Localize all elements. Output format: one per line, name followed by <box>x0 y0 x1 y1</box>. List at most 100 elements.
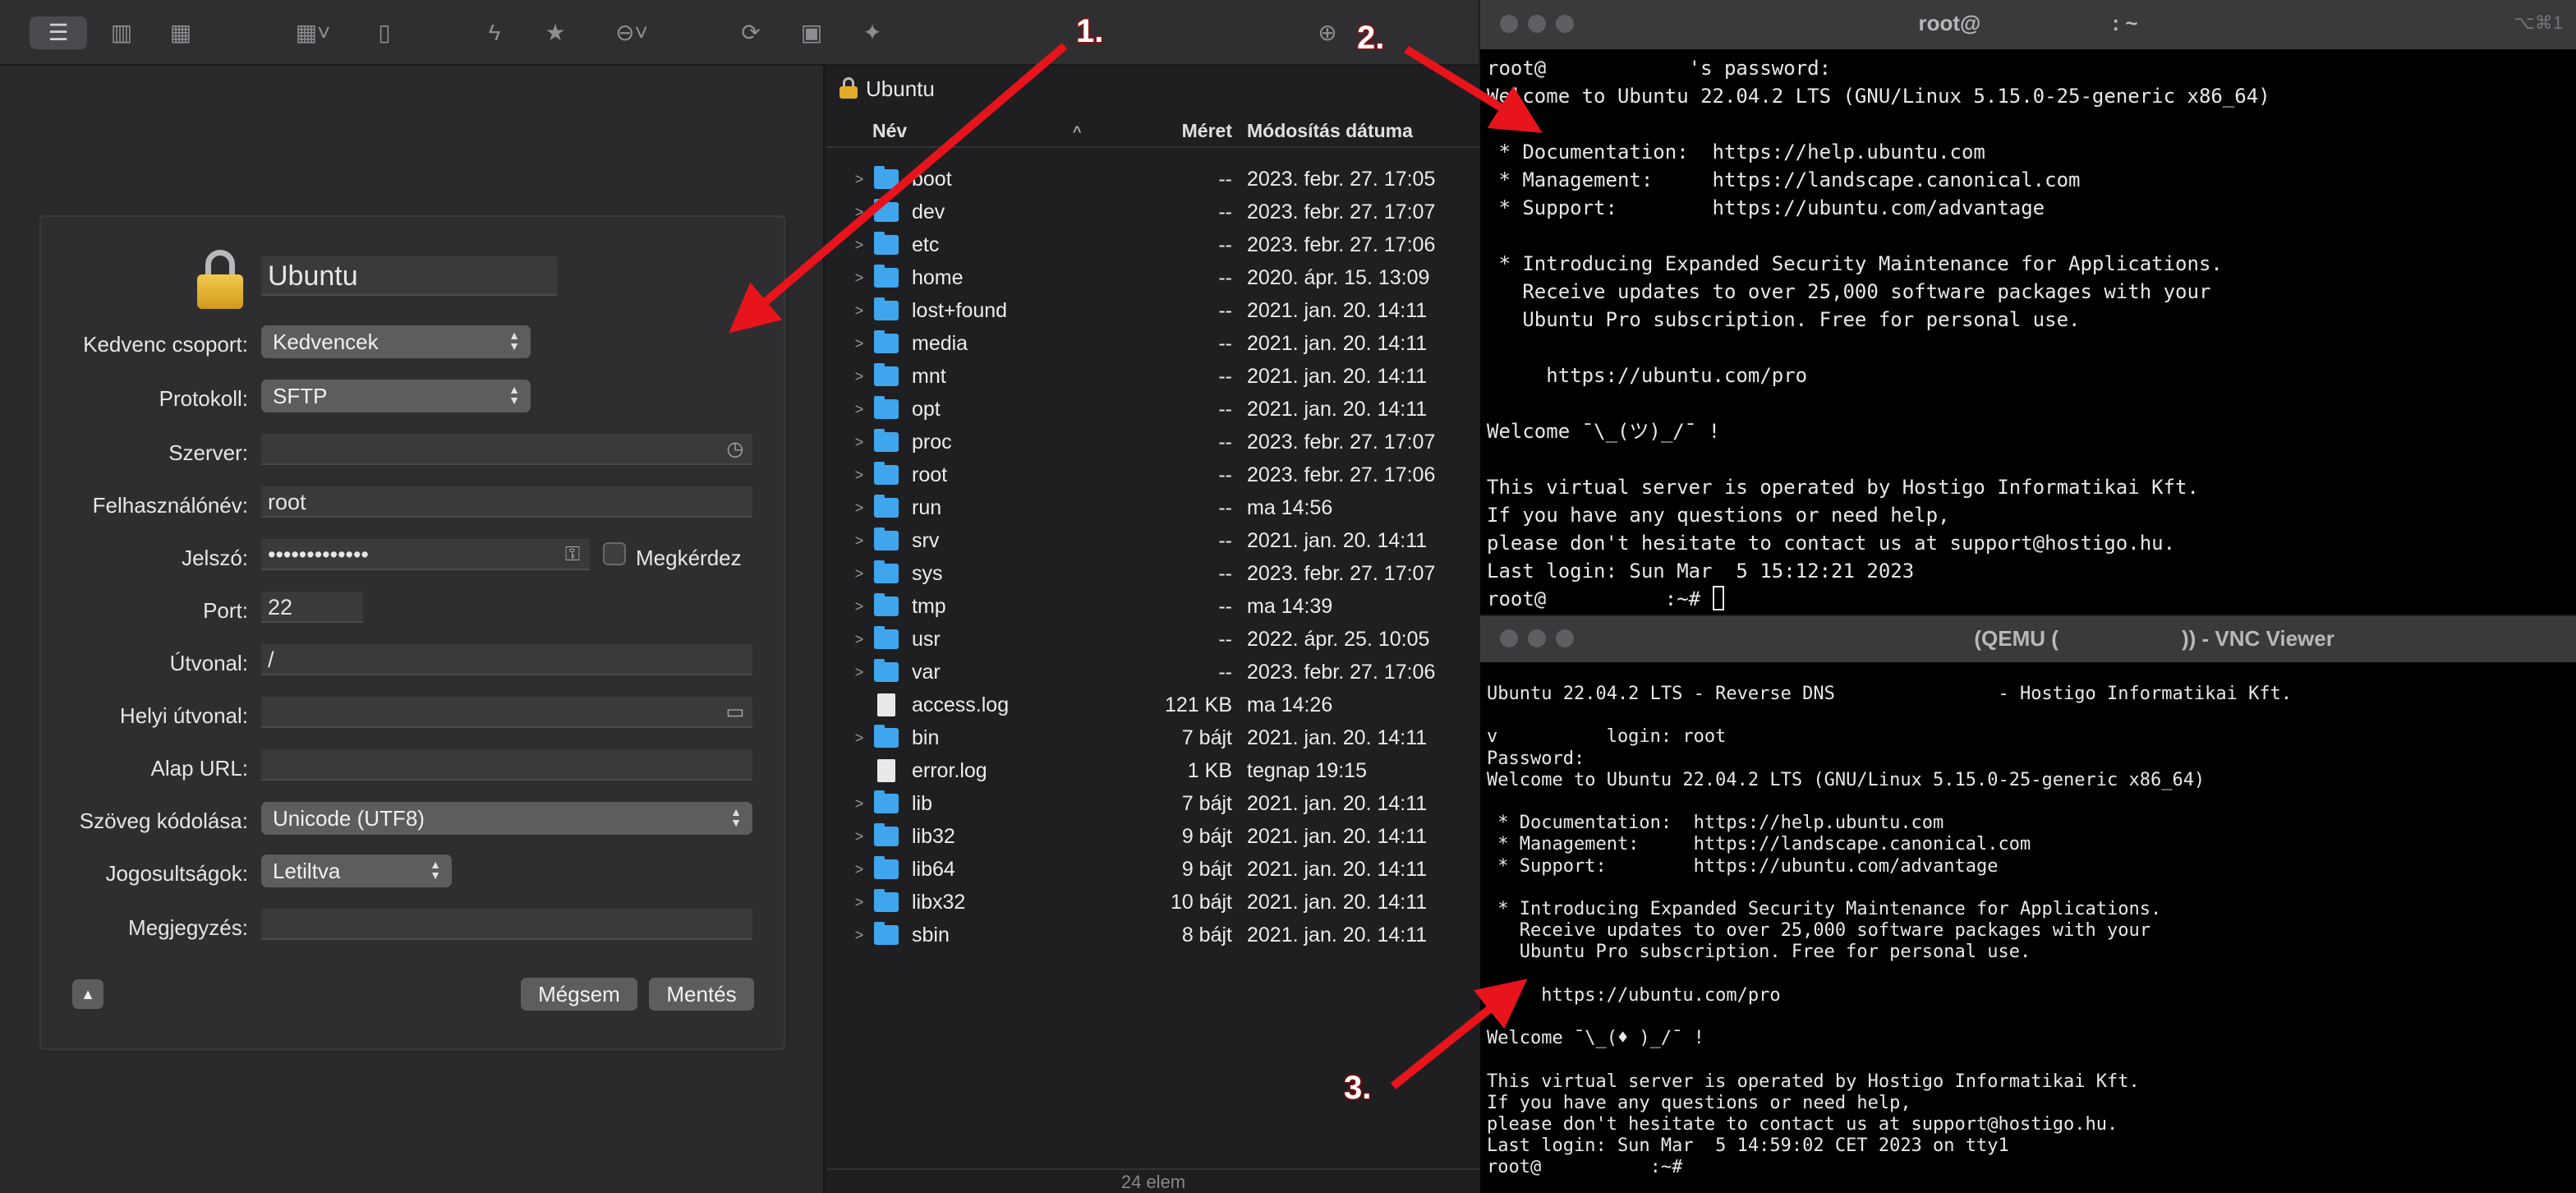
file-date: 2023. febr. 27. 17:06 <box>1247 463 1436 486</box>
column-header-name[interactable]: Név <box>872 120 907 142</box>
disclosure-chevron-icon[interactable]: > <box>851 820 867 853</box>
disclosure-chevron-icon[interactable]: > <box>851 458 867 491</box>
terminal-icon[interactable]: ▣ <box>792 16 831 49</box>
file-row[interactable]: > tmp -- ma 14:39 <box>826 590 1480 623</box>
file-row[interactable]: > opt -- 2021. jan. 20. 14:11 <box>826 393 1480 426</box>
file-row[interactable]: > boot -- 2023. febr. 27. 17:05 <box>826 163 1480 196</box>
bookmark-title-input[interactable]: Ubuntu <box>261 256 557 296</box>
file-name: proc <box>912 431 952 454</box>
disclosure-chevron-icon[interactable]: > <box>851 787 867 820</box>
download-icon[interactable]: ⊕ <box>1308 16 1347 49</box>
minimize-dot-icon[interactable] <box>1528 629 1546 647</box>
key-icon[interactable]: ⚿ <box>560 542 585 567</box>
file-browser-pane: Ubuntu Név ^ Méret Módosítás dátuma > boo… <box>826 66 1480 1193</box>
disclosure-chevron-icon[interactable]: > <box>851 524 867 557</box>
disclosure-chevron-icon[interactable]: > <box>851 491 867 524</box>
file-row[interactable]: error.log 1 KB tegnap 19:15 <box>826 754 1480 787</box>
minimize-dot-icon[interactable] <box>1528 15 1546 33</box>
disclosure-chevron-icon[interactable]: > <box>851 919 867 951</box>
arrange-icon[interactable]: ▦˅ <box>284 16 342 49</box>
local-path-input[interactable]: ▭ <box>261 697 752 728</box>
server-input[interactable]: ◷ <box>261 434 752 465</box>
sparkle-icon[interactable]: ✦ <box>853 16 892 49</box>
refresh-icon[interactable]: ⟳ <box>731 16 770 49</box>
disclosure-chevron-icon[interactable]: > <box>851 656 867 689</box>
vnc-console-output[interactable]: Ubuntu 22.04.2 LTS - Reverse DNS - Hosti… <box>1487 684 2292 1179</box>
more-icon[interactable]: ⊖˅ <box>603 16 660 49</box>
disclosure-chevron-icon[interactable]: > <box>851 721 867 754</box>
file-row[interactable]: > srv -- 2021. jan. 20. 14:11 <box>826 524 1480 557</box>
password-input[interactable]: ••••••••••••• ⚿ <box>261 539 590 570</box>
file-date: 2021. jan. 20. 14:11 <box>1247 924 1428 947</box>
file-row[interactable]: > root -- 2023. febr. 27. 17:06 <box>826 458 1480 491</box>
notes-input[interactable] <box>261 909 752 940</box>
folder-icon[interactable]: ▭ <box>723 700 748 725</box>
history-clock-icon[interactable]: ◷ <box>723 437 748 462</box>
file-row[interactable]: > var -- 2023. febr. 27. 17:06 <box>826 656 1480 689</box>
file-row[interactable]: > proc -- 2023. febr. 27. 17:07 <box>826 426 1480 458</box>
column-header-size[interactable]: Méret <box>1182 120 1232 142</box>
zoom-dot-icon[interactable] <box>1556 15 1574 33</box>
collapse-chevron-up-icon[interactable]: ▲ <box>72 979 104 1009</box>
document-icon[interactable]: ▯ <box>365 16 404 49</box>
file-row[interactable]: access.log 121 KB ma 14:26 <box>826 689 1480 721</box>
bookmark-star-icon[interactable]: ★ <box>536 16 575 49</box>
group-select[interactable]: Kedvencek ▲ ▼ <box>261 325 531 358</box>
file-row[interactable]: > run -- ma 14:56 <box>826 491 1480 524</box>
file-row[interactable]: > lost+found -- 2021. jan. 20. 14:11 <box>826 294 1480 327</box>
folder-icon <box>874 265 899 288</box>
permissions-select[interactable]: Letiltva ▲ ▼ <box>261 854 452 887</box>
folder-icon <box>874 790 899 813</box>
save-button[interactable]: Mentés <box>649 978 754 1011</box>
disclosure-chevron-icon[interactable]: > <box>851 853 867 886</box>
file-row[interactable]: > media -- 2021. jan. 20. 14:11 <box>826 327 1480 360</box>
disclosure-chevron-icon[interactable]: > <box>851 163 867 196</box>
path-input[interactable]: / <box>261 644 752 675</box>
file-row[interactable]: > lib32 9 bájt 2021. jan. 20. 14:11 <box>826 820 1480 853</box>
disclosure-chevron-icon[interactable]: > <box>851 196 867 228</box>
action-icon[interactable]: ϟ <box>475 16 514 49</box>
username-input[interactable]: root <box>261 486 752 518</box>
list-view-icon[interactable]: ☰ <box>30 16 87 49</box>
close-dot-icon[interactable] <box>1500 629 1518 647</box>
file-row[interactable]: > sbin 8 bájt 2021. jan. 20. 14:11 <box>826 919 1480 951</box>
cancel-button[interactable]: Mégsem <box>521 978 637 1011</box>
disclosure-chevron-icon[interactable]: > <box>851 623 867 656</box>
disclosure-chevron-icon[interactable]: > <box>851 261 867 294</box>
file-row[interactable]: > mnt -- 2021. jan. 20. 14:11 <box>826 360 1480 393</box>
base-url-input[interactable] <box>261 749 752 781</box>
zoom-dot-icon[interactable] <box>1556 629 1574 647</box>
file-row[interactable]: > home -- 2020. ápr. 15. 13:09 <box>826 261 1480 294</box>
disclosure-chevron-icon[interactable]: > <box>851 886 867 919</box>
file-row[interactable]: > etc -- 2023. febr. 27. 17:06 <box>826 228 1480 261</box>
grid-view-icon[interactable]: ▦ <box>161 16 200 49</box>
encoding-select[interactable]: Unicode (UTF8) ▲ ▼ <box>261 802 752 835</box>
disclosure-chevron-icon[interactable]: > <box>851 327 867 360</box>
folder-icon <box>874 429 899 452</box>
file-row[interactable]: > lib 7 bájt 2021. jan. 20. 14:11 <box>826 787 1480 820</box>
disclosure-chevron-icon[interactable]: > <box>851 228 867 261</box>
column-header-date[interactable]: Módosítás dátuma <box>1247 120 1413 142</box>
file-row[interactable]: > dev -- 2023. febr. 27. 17:07 <box>826 196 1480 228</box>
disclosure-chevron-icon[interactable]: > <box>851 426 867 458</box>
file-row[interactable]: > lib64 9 bájt 2021. jan. 20. 14:11 <box>826 853 1480 886</box>
close-dot-icon[interactable] <box>1500 15 1518 33</box>
terminal-prompt-line[interactable]: root@ :~# <box>1487 585 2270 613</box>
column-view-icon[interactable]: ▥ <box>102 16 141 49</box>
ask-password-checkbox[interactable] <box>603 542 626 565</box>
disclosure-chevron-icon[interactable]: > <box>851 360 867 393</box>
protocol-select[interactable]: SFTP ▲ ▼ <box>261 380 531 412</box>
port-input[interactable]: 22 <box>261 592 363 623</box>
disclosure-chevron-icon[interactable]: > <box>851 590 867 623</box>
file-name: bin <box>912 726 940 749</box>
sort-ascending-icon[interactable]: ^ <box>1073 123 1082 140</box>
disclosure-chevron-icon[interactable]: > <box>851 294 867 327</box>
ssh-terminal-output[interactable]: root@ 's password: Welcome to Ubuntu 22.0… <box>1487 54 2270 613</box>
file-row[interactable]: > bin 7 bájt 2021. jan. 20. 14:11 <box>826 721 1480 754</box>
disclosure-chevron-icon[interactable]: > <box>851 557 867 590</box>
file-row[interactable]: > sys -- 2023. febr. 27. 17:07 <box>826 557 1480 590</box>
file-row[interactable]: > usr -- 2022. ápr. 25. 10:05 <box>826 623 1480 656</box>
disclosure-chevron-icon[interactable]: > <box>851 393 867 426</box>
file-row[interactable]: > libx32 10 bájt 2021. jan. 20. 14:11 <box>826 886 1480 919</box>
